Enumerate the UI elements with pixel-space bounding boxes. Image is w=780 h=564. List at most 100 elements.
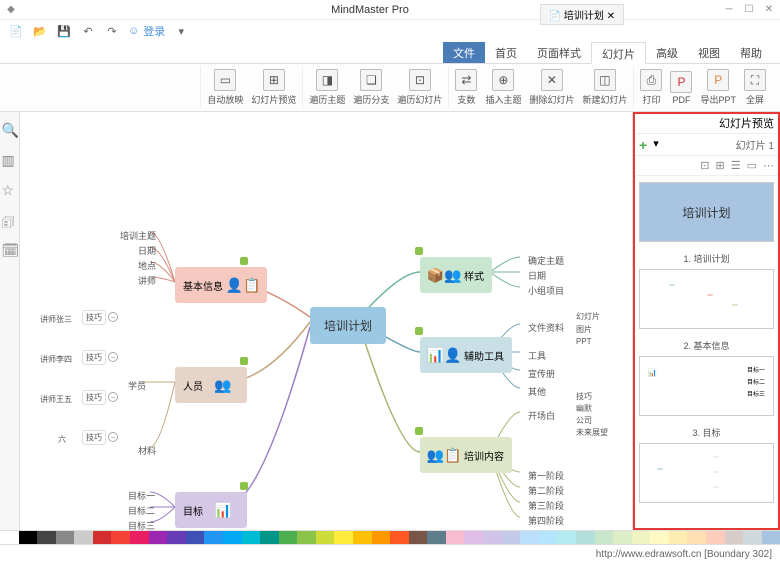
leaf-node[interactable]: 技巧 <box>82 430 106 445</box>
branch-basic-info[interactable]: 基本信息 👤📋 <box>175 267 267 303</box>
leaf-node[interactable]: 开场白 <box>520 405 563 426</box>
slide-item[interactable]: 2. 基本信息 📊 目标一 目标二 目标三 <box>639 339 774 416</box>
color-swatch[interactable] <box>483 531 502 544</box>
ribbon-traverse-topic-button[interactable]: ◨遍历主题 <box>309 69 345 106</box>
leaf-detail[interactable]: 讲师王五 <box>32 390 80 409</box>
color-swatch[interactable] <box>0 531 19 544</box>
color-swatch[interactable] <box>353 531 372 544</box>
color-swatch[interactable] <box>223 531 242 544</box>
color-swatch[interactable] <box>557 531 576 544</box>
color-swatch[interactable] <box>706 531 725 544</box>
slide-item[interactable]: 3. 目标 <box>639 426 774 503</box>
color-swatch[interactable] <box>632 531 651 544</box>
note-tool-icon[interactable]: 🗊 <box>2 212 18 228</box>
color-swatch[interactable] <box>595 531 614 544</box>
color-swatch[interactable] <box>111 531 130 544</box>
slide-dropdown-icon[interactable]: ▾ <box>653 137 659 153</box>
clip-tool-icon[interactable]: ▥ <box>2 152 18 168</box>
color-swatch[interactable] <box>502 531 521 544</box>
leaf-node[interactable]: 目标三 <box>120 515 163 530</box>
color-swatch[interactable] <box>56 531 75 544</box>
color-swatch[interactable] <box>74 531 93 544</box>
ribbon-slide-preview-button[interactable]: ⊞幻灯片预览 <box>251 69 296 106</box>
leaf-node[interactable]: 技巧 <box>82 390 106 405</box>
color-swatch[interactable] <box>19 531 38 544</box>
leaf-node[interactable]: 小组项目 <box>520 280 572 301</box>
tab-page-style[interactable]: 页面样式 <box>527 42 591 63</box>
leaf-node[interactable]: 未来展望 <box>568 423 616 442</box>
ribbon-delete-slide-button[interactable]: ✕删除幻灯片 <box>529 69 574 106</box>
color-swatch[interactable] <box>613 531 632 544</box>
branch-style[interactable]: 📦👥 样式 <box>420 257 492 293</box>
ribbon-branch-count-button[interactable]: ⇄支数 <box>455 69 477 106</box>
color-swatch[interactable] <box>390 531 409 544</box>
panel-tool-page-icon[interactable]: ▭ <box>747 159 757 172</box>
ribbon-auto-play-button[interactable]: ▭自动放映 <box>207 69 243 106</box>
redo-button[interactable]: ↷ <box>104 23 120 39</box>
tab-file[interactable]: 文件 <box>443 42 485 63</box>
branch-content[interactable]: 👥📋 培训内容 <box>420 437 512 473</box>
color-palette[interactable] <box>0 530 780 544</box>
color-swatch[interactable] <box>520 531 539 544</box>
tab-slideshow[interactable]: 幻灯片 <box>591 42 646 64</box>
ribbon-fullscreen-button[interactable]: ⛶全屏 <box>744 69 766 106</box>
ribbon-export-ppt-button[interactable]: P导出PPT <box>700 69 736 106</box>
maximize-button[interactable]: ☐ <box>744 5 754 15</box>
leaf-node[interactable]: 文件资料 <box>520 317 572 338</box>
tab-help[interactable]: 帮助 <box>730 42 772 63</box>
slide-item[interactable]: 培训计划 <box>639 182 774 242</box>
color-swatch[interactable] <box>539 531 558 544</box>
mindmap-canvas[interactable]: 培训计划 📦👥 样式 确定主题 日期 小组项目 📊👤 辅助工具 文件资料 工具 … <box>20 112 632 530</box>
ribbon-traverse-branch-button[interactable]: ❏遍历分支 <box>353 69 389 106</box>
color-swatch[interactable] <box>316 531 335 544</box>
panel-tool-more-icon[interactable]: ⋯ <box>763 159 774 172</box>
ribbon-print-button[interactable]: ⎙打印 <box>640 69 662 106</box>
panel-tool-fit-icon[interactable]: ⊡ <box>700 159 709 172</box>
slide-item[interactable]: 1. 培训计划 <box>639 252 774 329</box>
tab-home[interactable]: 首页 <box>485 42 527 63</box>
leaf-node[interactable]: 材料 <box>130 440 164 461</box>
color-swatch[interactable] <box>279 531 298 544</box>
leaf-detail[interactable]: 讲师李四 <box>32 350 80 369</box>
document-tab[interactable]: 📄 培训计划 ✕ <box>540 4 624 25</box>
ribbon-insert-topic-button[interactable]: ⊕插入主题 <box>485 69 521 106</box>
color-swatch[interactable] <box>446 531 465 544</box>
color-swatch[interactable] <box>743 531 762 544</box>
leaf-node[interactable]: 技巧 <box>82 310 106 325</box>
open-button[interactable]: 📂 <box>32 23 48 39</box>
color-swatch[interactable] <box>242 531 261 544</box>
color-swatch[interactable] <box>576 531 595 544</box>
slides-list[interactable]: 培训计划 1. 培训计划 2. 基本信息 📊 目标一 <box>633 176 780 506</box>
color-swatch[interactable] <box>93 531 112 544</box>
leaf-node[interactable]: PPT <box>568 333 600 350</box>
branch-tools[interactable]: 📊👤 辅助工具 <box>420 337 512 373</box>
collapse-toggle[interactable]: − <box>108 352 118 362</box>
tab-advanced[interactable]: 高级 <box>646 42 688 63</box>
star-tool-icon[interactable]: ☆ <box>2 182 18 198</box>
minimize-button[interactable]: ─ <box>724 5 734 15</box>
color-swatch[interactable] <box>464 531 483 544</box>
color-swatch[interactable] <box>372 531 391 544</box>
color-swatch[interactable] <box>297 531 316 544</box>
color-swatch[interactable] <box>762 531 780 544</box>
color-swatch[interactable] <box>186 531 205 544</box>
tab-view[interactable]: 视图 <box>688 42 730 63</box>
color-swatch[interactable] <box>669 531 688 544</box>
panel-tool-grid-icon[interactable]: ⊞ <box>716 159 725 172</box>
color-swatch[interactable] <box>204 531 223 544</box>
leaf-detail[interactable]: 讲师张三 <box>32 310 80 329</box>
color-swatch[interactable] <box>725 531 744 544</box>
branch-goals[interactable]: 目标 📊 <box>175 492 247 528</box>
collapse-toggle[interactable]: − <box>108 312 118 322</box>
ribbon-traverse-slide-button[interactable]: ⊡遍历幻灯片 <box>397 69 442 106</box>
leaf-detail[interactable]: 六 <box>50 430 74 449</box>
qat-arrow-icon[interactable]: ▾ <box>173 23 189 39</box>
leaf-node[interactable]: 其他 <box>520 381 554 402</box>
color-swatch[interactable] <box>130 531 149 544</box>
save-button[interactable]: 💾 <box>56 23 72 39</box>
color-swatch[interactable] <box>427 531 446 544</box>
login-button[interactable]: ☺ 登录 <box>128 23 165 39</box>
new-button[interactable]: 📄 <box>8 23 24 39</box>
close-button[interactable]: ✕ <box>764 5 774 15</box>
leaf-node[interactable]: 讲师 <box>130 270 164 291</box>
